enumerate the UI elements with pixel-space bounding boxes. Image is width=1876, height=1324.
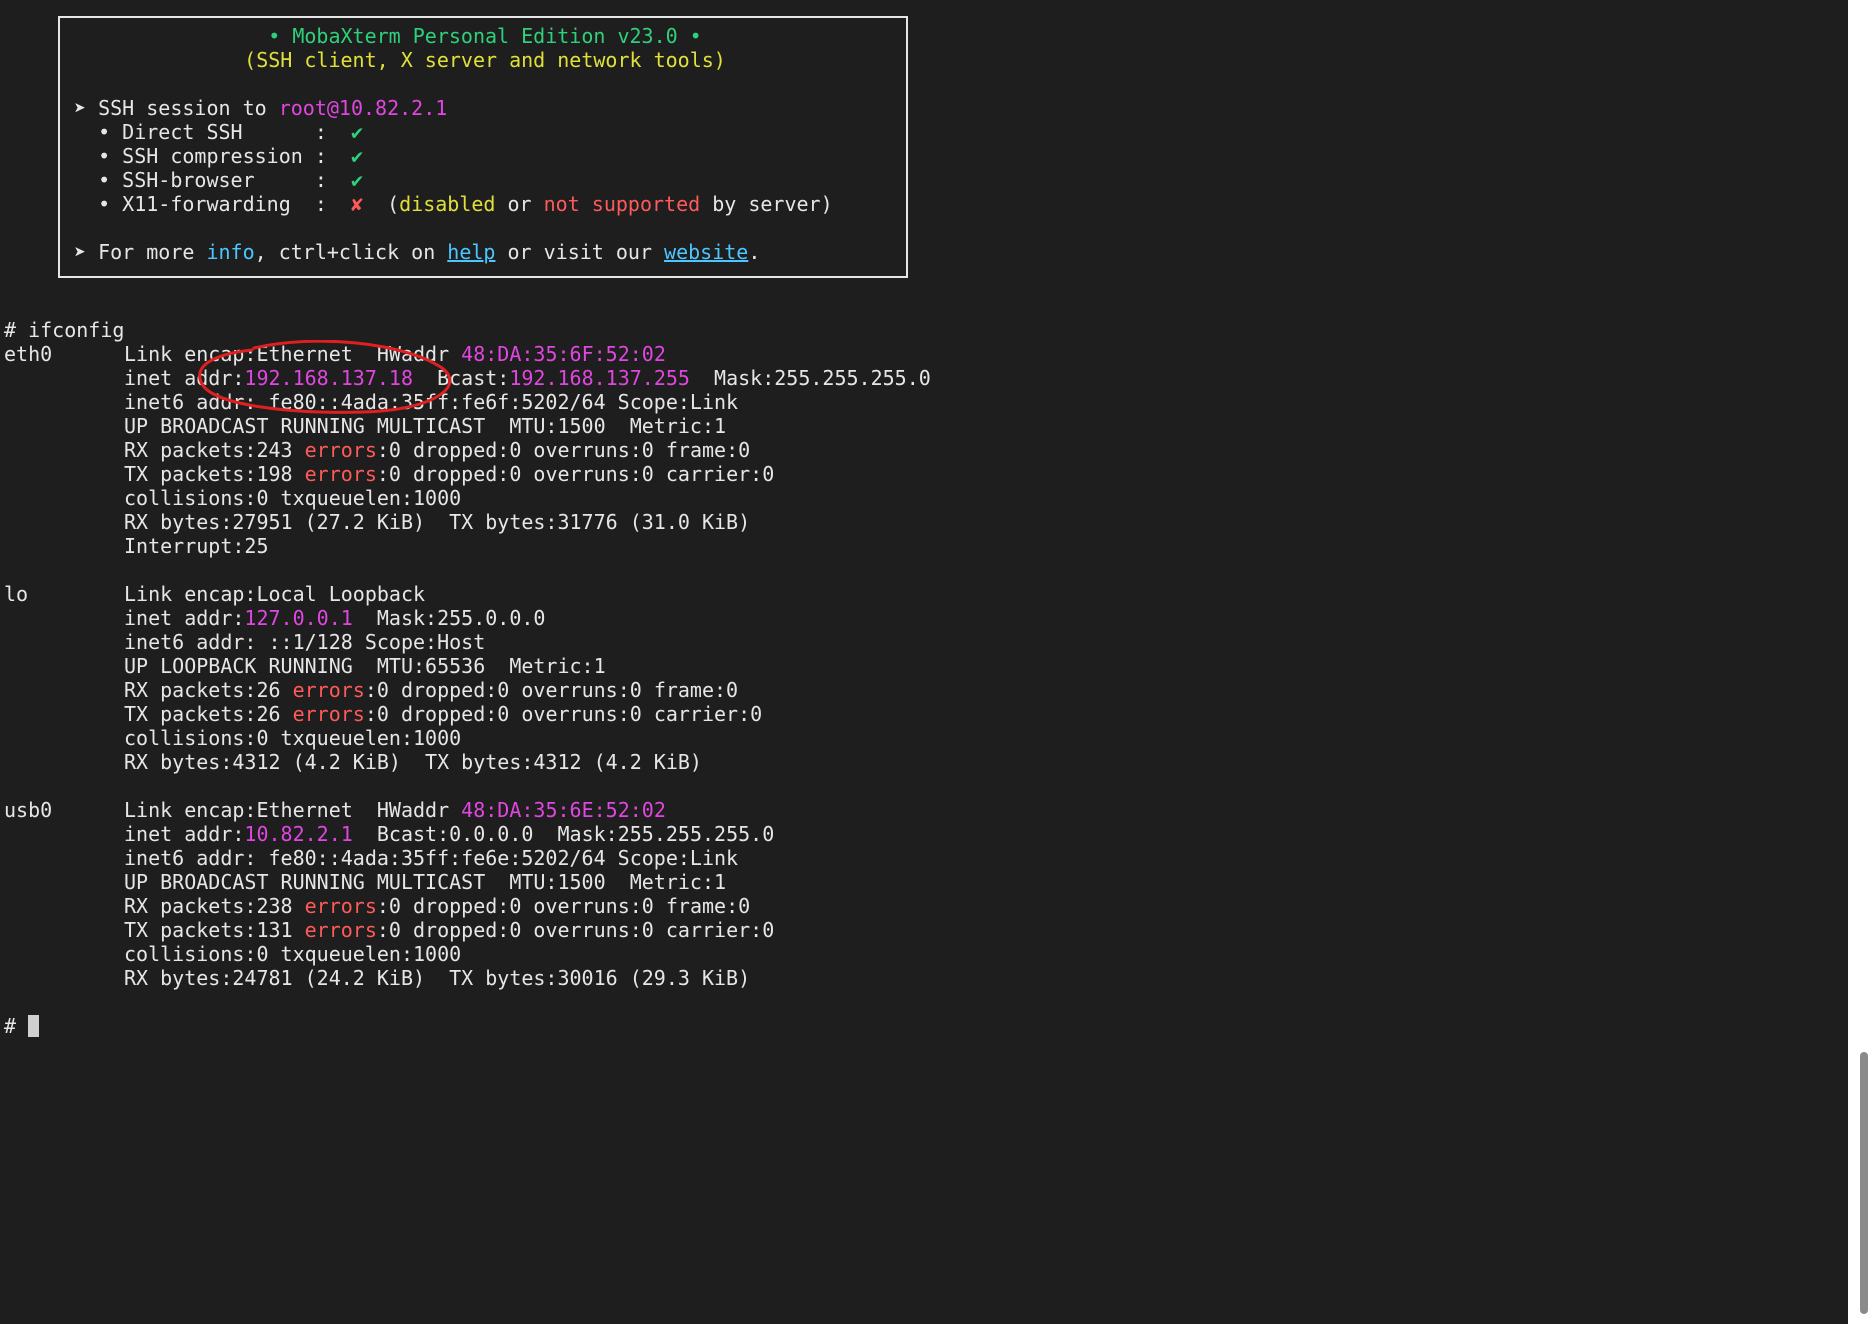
help-link[interactable]: help (447, 240, 495, 264)
cross-icon: ✘ (350, 192, 363, 216)
info-text: info (206, 240, 255, 264)
session-host: root@10.82.2.1 (278, 96, 448, 120)
banner-title: • MobaXterm Personal Edition v23.0 • (268, 24, 702, 48)
terminal-output[interactable]: • MobaXterm Personal Edition v23.0 • (SS… (4, 12, 1844, 1312)
eth0-link-line: Link encap:Ethernet HWaddr 48:DA:35:6F:5… (124, 342, 666, 366)
lo-rx-line: RX packets:26 errors:0 dropped:0 overrun… (124, 678, 739, 702)
scrollbar-thumb[interactable] (1860, 1052, 1868, 1314)
command-line: # ifconfig (4, 318, 125, 342)
usb0-inet-line: inet addr:10.82.2.1 Bcast:0.0.0.0 Mask:2… (124, 822, 775, 846)
eth0-bytes-line: RX bytes:27951 (27.2 KiB) TX bytes:31776… (124, 510, 751, 534)
text-cursor (28, 1015, 40, 1037)
check-icon: ✔ (350, 144, 363, 168)
iface-name-eth0: eth0 (4, 342, 53, 366)
eth0-ip: 192.168.137.18 (244, 366, 413, 390)
feature-ssh-browser: • SSH-browser : ✔ (74, 168, 363, 192)
iface-name-lo: lo (4, 582, 29, 606)
usb0-tx-line: TX packets:131 errors:0 dropped:0 overru… (124, 918, 775, 942)
check-icon: ✔ (350, 168, 363, 192)
eth0-flags-line: UP BROADCAST RUNNING MULTICAST MTU:1500 … (124, 414, 727, 438)
shell-prompt[interactable]: # (4, 1014, 40, 1038)
usb0-flags-line: UP BROADCAST RUNNING MULTICAST MTU:1500 … (124, 870, 727, 894)
ssh-session-line: ➤ SSH session to root@10.82.2.1 (74, 96, 448, 120)
lo-tx-line: TX packets:26 errors:0 dropped:0 overrun… (124, 702, 763, 726)
eth0-rx-line: RX packets:243 errors:0 dropped:0 overru… (124, 438, 751, 462)
website-link[interactable]: website (664, 240, 748, 264)
usb0-inet6-line: inet6 addr: fe80::4ada:35ff:fe6e:5202/64… (124, 846, 739, 870)
lo-inet6-line: inet6 addr: ::1/128 Scope:Host (124, 630, 486, 654)
eth0-inet6-line: inet6 addr: fe80::4ada:35ff:fe6f:5202/64… (124, 390, 739, 414)
welcome-banner: • MobaXterm Personal Edition v23.0 • (SS… (58, 16, 908, 278)
eth0-tx-line: TX packets:198 errors:0 dropped:0 overru… (124, 462, 775, 486)
lo-bytes-line: RX bytes:4312 (4.2 KiB) TX bytes:4312 (4… (124, 750, 702, 774)
check-icon: ✔ (350, 120, 363, 144)
iface-name-usb0: usb0 (4, 798, 53, 822)
feature-ssh-compression: • SSH compression : ✔ (74, 144, 363, 168)
lo-inet-line: inet addr:127.0.0.1 Mask:255.0.0.0 (124, 606, 546, 630)
usb0-bytes-line: RX bytes:24781 (24.2 KiB) TX bytes:30016… (124, 966, 751, 990)
eth0-inet-line: inet addr:192.168.137.18 Bcast:192.168.1… (124, 366, 931, 390)
lo-flags-line: UP LOOPBACK RUNNING MTU:65536 Metric:1 (124, 654, 606, 678)
usb0-link-line: Link encap:Ethernet HWaddr 48:DA:35:6E:5… (124, 798, 666, 822)
usb0-collisions-line: collisions:0 txqueuelen:1000 (124, 942, 462, 966)
feature-x11-forwarding: • X11-forwarding : ✘ (disabled or not su… (74, 192, 833, 216)
lo-link-line: Link encap:Local Loopback (124, 582, 426, 606)
eth0-interrupt-line: Interrupt:25 (124, 534, 269, 558)
eth0-collisions-line: collisions:0 txqueuelen:1000 (124, 486, 462, 510)
info-line: ➤ For more info, ctrl+click on help or v… (74, 240, 761, 264)
usb0-rx-line: RX packets:238 errors:0 dropped:0 overru… (124, 894, 751, 918)
lo-collisions-line: collisions:0 txqueuelen:1000 (124, 726, 462, 750)
banner-subtitle: (SSH client, X server and network tools) (244, 48, 726, 72)
feature-direct-ssh: • Direct SSH : ✔ (74, 120, 363, 144)
